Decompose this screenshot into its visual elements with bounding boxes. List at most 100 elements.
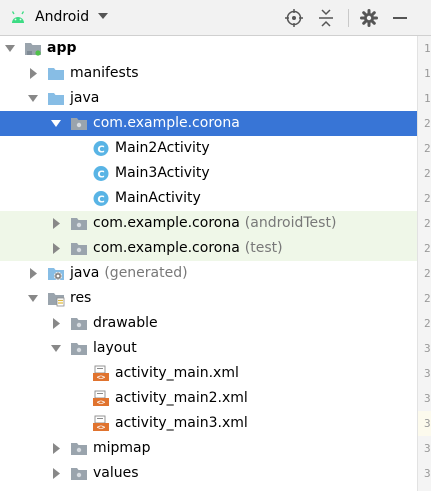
tree-item-label: activity_main3.xml	[115, 415, 248, 431]
line-number: 2	[424, 142, 431, 155]
collapsed-chevron-icon[interactable]	[50, 311, 62, 336]
folder-icon	[47, 65, 65, 82]
line-number: 2	[424, 267, 431, 280]
tree-item-java-generated[interactable]: java (generated)	[0, 261, 417, 286]
line-number: 3	[424, 467, 431, 480]
xml-layout-icon: <>	[92, 390, 110, 407]
line-number: 2	[424, 117, 431, 130]
toolbar-separator	[348, 9, 349, 27]
tree-item-label: app	[47, 40, 77, 56]
line-number: 2	[424, 217, 431, 230]
tree-item-label: java	[70, 90, 100, 106]
collapse-all-icon[interactable]	[316, 8, 336, 28]
tree-item-activity-main2-xml[interactable]: <> activity_main2.xml	[0, 386, 417, 411]
tree-item-main2activity[interactable]: C Main2Activity	[0, 136, 417, 161]
generated-folder-icon	[47, 265, 65, 282]
tree-item-activity-main-xml[interactable]: <> activity_main.xml	[0, 361, 417, 386]
package-icon	[70, 440, 88, 457]
tree-item-label: mipmap	[93, 440, 151, 456]
tree-item-label: values	[93, 465, 139, 481]
class-icon: C	[92, 165, 110, 182]
editor-line-gutter: 1 1 1 2 2 2 2 2 2 2 2 2 3 3 3 3 3 3 3	[417, 36, 431, 491]
collapsed-chevron-icon[interactable]	[50, 211, 62, 236]
expanded-chevron-icon[interactable]	[27, 286, 39, 311]
package-icon	[70, 465, 88, 482]
line-number: 3	[424, 486, 431, 491]
xml-layout-icon: <>	[92, 365, 110, 382]
tree-item-suffix: (test)	[244, 240, 283, 256]
line-number: 2	[424, 242, 431, 255]
expanded-chevron-icon[interactable]	[27, 86, 39, 111]
tree-item-suffix: (generated)	[104, 265, 188, 281]
line-number: 3	[424, 342, 431, 355]
collapsed-chevron-icon[interactable]	[27, 261, 39, 286]
dropdown-arrow-icon[interactable]	[98, 13, 108, 19]
package-icon	[70, 340, 88, 357]
package-icon	[70, 315, 88, 332]
tree-item-label: java	[70, 265, 100, 281]
folder-icon	[47, 90, 65, 107]
tree-item-main3activity[interactable]: C Main3Activity	[0, 161, 417, 186]
tree-item-label: layout	[93, 340, 137, 356]
tree-item-app[interactable]: app	[0, 36, 417, 61]
tree-item-label: com.example.corona	[93, 240, 240, 256]
line-number: 2	[424, 167, 431, 180]
line-number: 1	[424, 92, 431, 105]
tree-item-com-example-corona-test[interactable]: com.example.corona (test)	[0, 236, 417, 261]
class-icon: C	[92, 140, 110, 157]
tree-item-label: Main3Activity	[115, 165, 210, 181]
package-icon	[70, 115, 88, 132]
project-tree: app manifests java com.example.corona C Main2…	[0, 36, 417, 491]
tree-item-label: MainActivity	[115, 190, 201, 206]
tree-item-mainactivity[interactable]: C MainActivity	[0, 186, 417, 211]
project-toolbar: Android	[0, 0, 431, 36]
tree-item-com-example-corona[interactable]: com.example.corona	[0, 111, 417, 136]
module-icon	[24, 40, 42, 57]
class-icon: C	[92, 190, 110, 207]
line-number: 3	[424, 367, 431, 380]
tree-item-manifests[interactable]: manifests	[0, 61, 417, 86]
tree-item-values[interactable]: values	[0, 461, 417, 486]
tree-item-label: drawable	[93, 315, 158, 331]
svg-text:<>: <>	[97, 374, 105, 382]
expanded-chevron-icon[interactable]	[50, 336, 62, 361]
package-icon	[70, 215, 88, 232]
expanded-chevron-icon[interactable]	[50, 111, 62, 136]
tree-item-drawable[interactable]: drawable	[0, 311, 417, 336]
project-view-selector[interactable]: Android	[35, 9, 89, 25]
tree-item-label: com.example.corona	[93, 215, 240, 231]
tree-item-activity-main3-xml[interactable]: <> activity_main3.xml	[0, 411, 417, 436]
svg-text:C: C	[97, 170, 104, 181]
svg-text:<>: <>	[97, 424, 105, 432]
tree-item-label: activity_main.xml	[115, 365, 239, 381]
tree-item-suffix: (androidTest)	[244, 215, 337, 231]
svg-text:C: C	[97, 195, 104, 206]
gear-icon[interactable]	[359, 8, 379, 28]
line-number: 1	[424, 42, 431, 55]
line-number: 3	[424, 442, 431, 455]
expanded-chevron-icon[interactable]	[4, 36, 16, 61]
tree-item-java[interactable]: java	[0, 86, 417, 111]
svg-text:<>: <>	[97, 399, 105, 407]
tree-item-label: manifests	[70, 65, 139, 81]
collapsed-chevron-icon[interactable]	[50, 461, 62, 486]
line-number: 2	[424, 292, 431, 305]
android-icon	[11, 11, 25, 23]
line-number: 1	[424, 67, 431, 80]
tree-item-mipmap[interactable]: mipmap	[0, 436, 417, 461]
svg-text:C: C	[97, 145, 104, 156]
tree-item-layout[interactable]: layout	[0, 336, 417, 361]
collapsed-chevron-icon[interactable]	[27, 61, 39, 86]
tree-item-com-example-corona-androidtest[interactable]: com.example.corona (androidTest)	[0, 211, 417, 236]
locate-icon[interactable]	[284, 8, 304, 28]
xml-layout-icon: <>	[92, 415, 110, 432]
tree-item-res[interactable]: res	[0, 286, 417, 311]
line-number: 3	[418, 411, 431, 436]
tree-item-label: com.example.corona	[93, 115, 240, 131]
line-number: 3	[424, 392, 431, 405]
package-icon	[70, 240, 88, 257]
collapsed-chevron-icon[interactable]	[50, 436, 62, 461]
tree-item-label: res	[70, 290, 92, 306]
collapsed-chevron-icon[interactable]	[50, 236, 62, 261]
minimize-icon[interactable]	[390, 8, 410, 28]
